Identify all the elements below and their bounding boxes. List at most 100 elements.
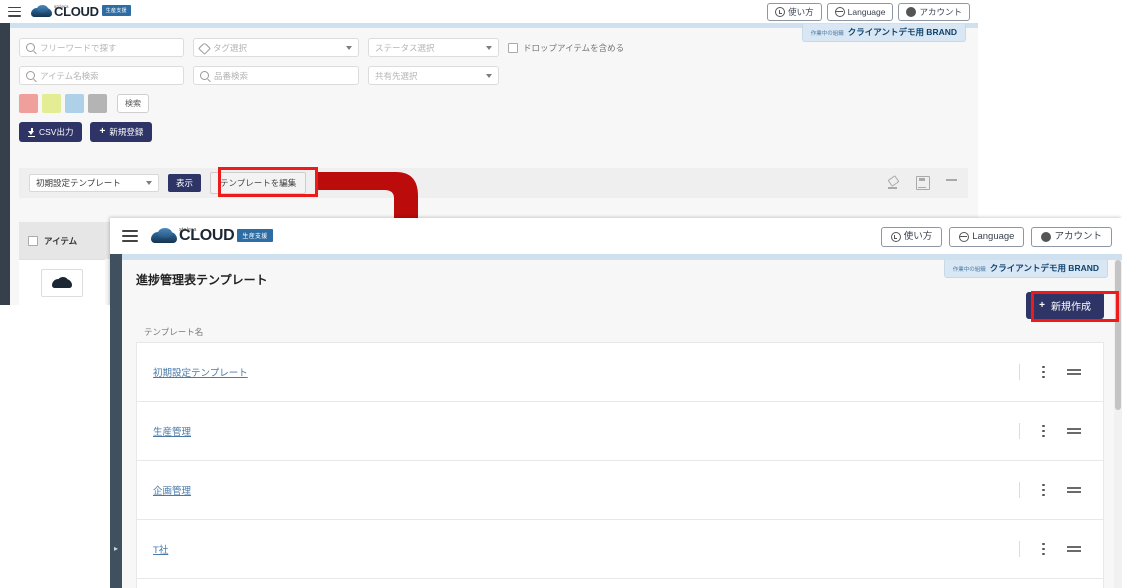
window1-header-buttons: 使い方 Language アカウント [767,3,970,21]
window2-header-buttons: 使い方 Language アカウント [880,227,1112,247]
drag-handle-icon[interactable] [1067,546,1081,552]
window1-left-rail [0,23,10,305]
logo-subtext: stclera [54,4,69,9]
tag-select[interactable]: タグ選択 [193,38,359,57]
save-layout-icon[interactable] [916,176,930,190]
expand-sidebar-icon[interactable]: ▸ [114,544,118,553]
divider [1019,541,1020,557]
template-select-value: 初期設定テンプレート [36,178,121,188]
template-link[interactable]: T社 [153,542,168,556]
menu-hamburger-icon[interactable] [122,230,138,242]
drag-handle-icon[interactable] [1067,487,1081,493]
divider [1019,482,1020,498]
table-row[interactable]: T社 [137,520,1103,579]
paint-bucket-icon[interactable] [888,177,900,189]
checkbox-icon [508,42,518,53]
filter-panel: フリーワードで探す タグ選択 ステータス選択 ドロップアイテムを含める アイテム… [19,38,624,142]
color-swatch-3[interactable] [65,94,84,113]
template-toolbar: 初期設定テンプレート 表示 テンプレートを編集 [19,168,968,198]
help-button-label: 使い方 [903,231,933,242]
filter-row-1: フリーワードで探す タグ選択 ステータス選択 ドロップアイテムを含める [19,38,624,57]
drag-handle-icon[interactable] [1067,428,1081,434]
window2-topbar: stclera CLOUD 生産支援 使い方 Language アカウント [110,218,1122,255]
org-badge-value: クライアントデモ用 BRAND [847,27,957,37]
csv-export-button[interactable]: CSV出力 [19,122,83,142]
globe-icon [959,232,970,242]
create-new-highlight [1031,291,1119,322]
new-register-button[interactable]: + 新規登録 [90,122,153,142]
row-actions [1019,541,1095,557]
color-swatch-2[interactable] [42,94,61,113]
edit-template-highlight [218,167,318,197]
row-menu-icon[interactable] [1042,542,1045,556]
globe-icon [834,7,845,17]
table-row[interactable]: 生産管理 [137,402,1103,461]
org-badge-label: 作業中の組織 [952,267,986,273]
chevron-down-icon [486,45,492,50]
help-button[interactable]: 使い方 [880,227,943,247]
sort-filter-icon[interactable] [946,177,958,189]
org-badge: 作業中の組織 クライアントデモ用 BRAND [801,24,966,42]
item-name-search-input[interactable]: アイテム名検索 [19,66,184,85]
window1-topbar: stclera CLOUD 生産支援 使い方 Language アカウント [0,0,978,24]
freeword-search-input[interactable]: フリーワードで探す [19,38,184,57]
org-badge: 作業中の組織 クライアントデモ用 BRAND [943,260,1108,278]
template-select[interactable]: 初期設定テンプレート [29,174,159,192]
table-row[interactable]: 初期設定テンプレート [137,343,1103,402]
account-button-label: アカウント [1054,231,1102,242]
color-swatch-1[interactable] [19,94,38,113]
template-link[interactable]: 企画管理 [153,483,191,497]
logo-badge: 生産支援 [101,5,131,16]
help-button[interactable]: 使い方 [767,3,822,21]
row-actions [1019,482,1095,498]
row-menu-icon[interactable] [1042,424,1045,438]
search-icon [200,71,209,80]
include-drop-items-checkbox[interactable]: ドロップアイテムを含める [508,42,624,54]
cloud-icon [151,228,177,243]
search-button[interactable]: 検索 [117,94,149,113]
language-button[interactable]: Language [826,3,894,21]
page-title: 進捗管理表テンプレート [136,273,268,287]
select-all-checkbox[interactable] [28,235,38,246]
account-button[interactable]: アカウント [898,3,970,21]
item-column-label: アイテム [44,235,78,246]
drag-handle-icon[interactable] [1067,369,1081,375]
table-row[interactable]: 企画管理 [137,461,1103,520]
app-logo[interactable]: stclera CLOUD 生産支援 [151,227,273,244]
color-swatch-group: 検索 [19,94,624,113]
row-actions [1019,423,1095,439]
help-button-label: 使い方 [788,7,814,17]
template-link[interactable]: 初期設定テンプレート [153,365,248,379]
scrollbar-thumb[interactable] [1115,260,1121,410]
display-button[interactable]: 表示 [168,174,202,192]
logo-badge: 生産支援 [237,229,273,242]
window2-left-rail[interactable]: ▸ [110,254,122,588]
language-button[interactable]: Language [949,227,1025,247]
language-button-label: Language [972,231,1015,242]
app-logo[interactable]: stclera CLOUD 生産支援 [31,4,131,18]
account-button[interactable]: アカウント [1031,227,1112,247]
color-swatch-4[interactable] [88,94,107,113]
bottom-left-blank-pane [0,305,110,588]
item-name-placeholder: アイテム名検索 [40,70,99,81]
item-column-header: アイテム [19,222,114,259]
org-badge-value: クライアントデモ用 BRAND [989,263,1099,273]
row-menu-icon[interactable] [1042,365,1045,379]
divider [1019,423,1020,439]
cloud-icon [31,5,52,17]
item-thumbnail[interactable] [41,269,83,297]
share-target-select[interactable]: 共有先選択 [368,66,499,85]
tag-icon [200,44,208,52]
template-table: 初期設定テンプレート 生産管理 企画管理 T社 [136,342,1104,588]
row-menu-icon[interactable] [1042,483,1045,497]
search-icon [26,43,35,52]
include-drop-items-label: ドロップアイテムを含める [523,42,625,53]
status-placeholder: ステータス選択 [375,42,435,53]
download-icon [28,128,35,137]
account-button-label: アカウント [919,7,962,17]
menu-hamburger-icon[interactable] [8,6,21,17]
org-badge-label: 作業中の組織 [810,31,844,37]
template-link[interactable]: 生産管理 [153,424,191,438]
status-select[interactable]: ステータス選択 [368,38,499,57]
part-number-search-input[interactable]: 品番検索 [193,66,359,85]
